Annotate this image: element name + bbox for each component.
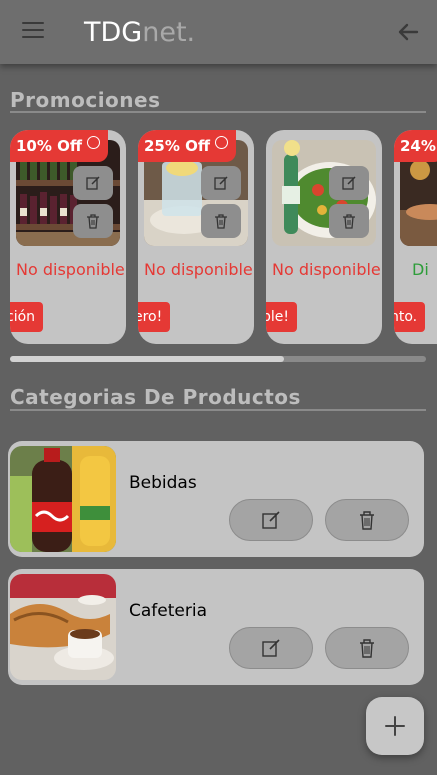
back-button[interactable] — [396, 20, 420, 44]
categories-divider — [10, 409, 426, 411]
promo-status: No disponible — [144, 260, 253, 279]
trash-icon — [87, 214, 99, 229]
categories-title: Categorias De Productos — [10, 385, 301, 409]
discount-badge: 10% Off — [10, 130, 109, 162]
delete-promo-button[interactable] — [329, 204, 369, 238]
app-logo: TDGnet. — [84, 17, 196, 48]
delete-category-button[interactable] — [325, 627, 409, 669]
trash-icon — [215, 214, 227, 229]
edit-icon — [86, 176, 100, 190]
menu-icon-line — [22, 22, 44, 24]
edit-icon — [262, 511, 280, 529]
promotions-title: Promociones — [10, 88, 161, 112]
delete-promo-button[interactable] — [73, 204, 113, 238]
edit-icon — [342, 176, 356, 190]
category-card[interactable]: Bebidas — [8, 441, 424, 557]
category-image-coffee — [10, 574, 116, 680]
carousel-scrollbar-thumb[interactable] — [10, 356, 284, 362]
discount-badge: 25% Off — [138, 130, 237, 162]
category-card[interactable]: Cafeteria — [8, 569, 424, 685]
add-button[interactable] — [366, 697, 424, 755]
edit-promo-button[interactable] — [73, 166, 113, 200]
promo-tag: ción — [10, 302, 44, 332]
edit-icon — [214, 176, 228, 190]
check-circle-icon — [87, 136, 101, 149]
category-name: Cafeteria — [129, 601, 207, 621]
delete-category-button[interactable] — [325, 499, 409, 541]
menu-icon-line — [22, 36, 44, 38]
menu-icon-line — [22, 29, 44, 31]
promo-status: No disponible — [16, 260, 125, 279]
promotions-divider — [10, 111, 426, 113]
promo-status: Di — [412, 260, 429, 279]
check-circle-icon — [215, 136, 229, 149]
edit-category-button[interactable] — [229, 499, 313, 541]
category-image-drinks — [10, 446, 116, 552]
promo-card[interactable]: 25% Off No disponible ero! — [138, 130, 254, 344]
menu-button[interactable] — [22, 22, 44, 40]
category-name: Bebidas — [129, 473, 197, 493]
trash-icon — [360, 511, 374, 530]
edit-category-button[interactable] — [229, 627, 313, 669]
promo-card[interactable]: 24% Di nto. — [394, 130, 437, 344]
discount-badge: 24% — [394, 130, 437, 162]
promo-tag: ero! — [138, 302, 171, 332]
edit-promo-button[interactable] — [329, 166, 369, 200]
edit-promo-button[interactable] — [201, 166, 241, 200]
plus-icon — [385, 716, 405, 736]
promo-status: No disponible — [272, 260, 381, 279]
edit-icon — [262, 639, 280, 657]
promo-tag: ble! — [266, 302, 298, 332]
delete-promo-button[interactable] — [201, 204, 241, 238]
promo-card[interactable]: No disponible ble! — [266, 130, 382, 344]
promotions-carousel[interactable]: 10% Off No disponible ción 25% Off — [0, 130, 437, 346]
arrow-left-icon — [398, 23, 419, 41]
promo-tag: nto. — [394, 302, 426, 332]
trash-icon — [343, 214, 355, 229]
trash-icon — [360, 639, 374, 658]
promo-card[interactable]: 10% Off No disponible ción — [10, 130, 126, 344]
app-bar: TDGnet. — [0, 0, 437, 64]
